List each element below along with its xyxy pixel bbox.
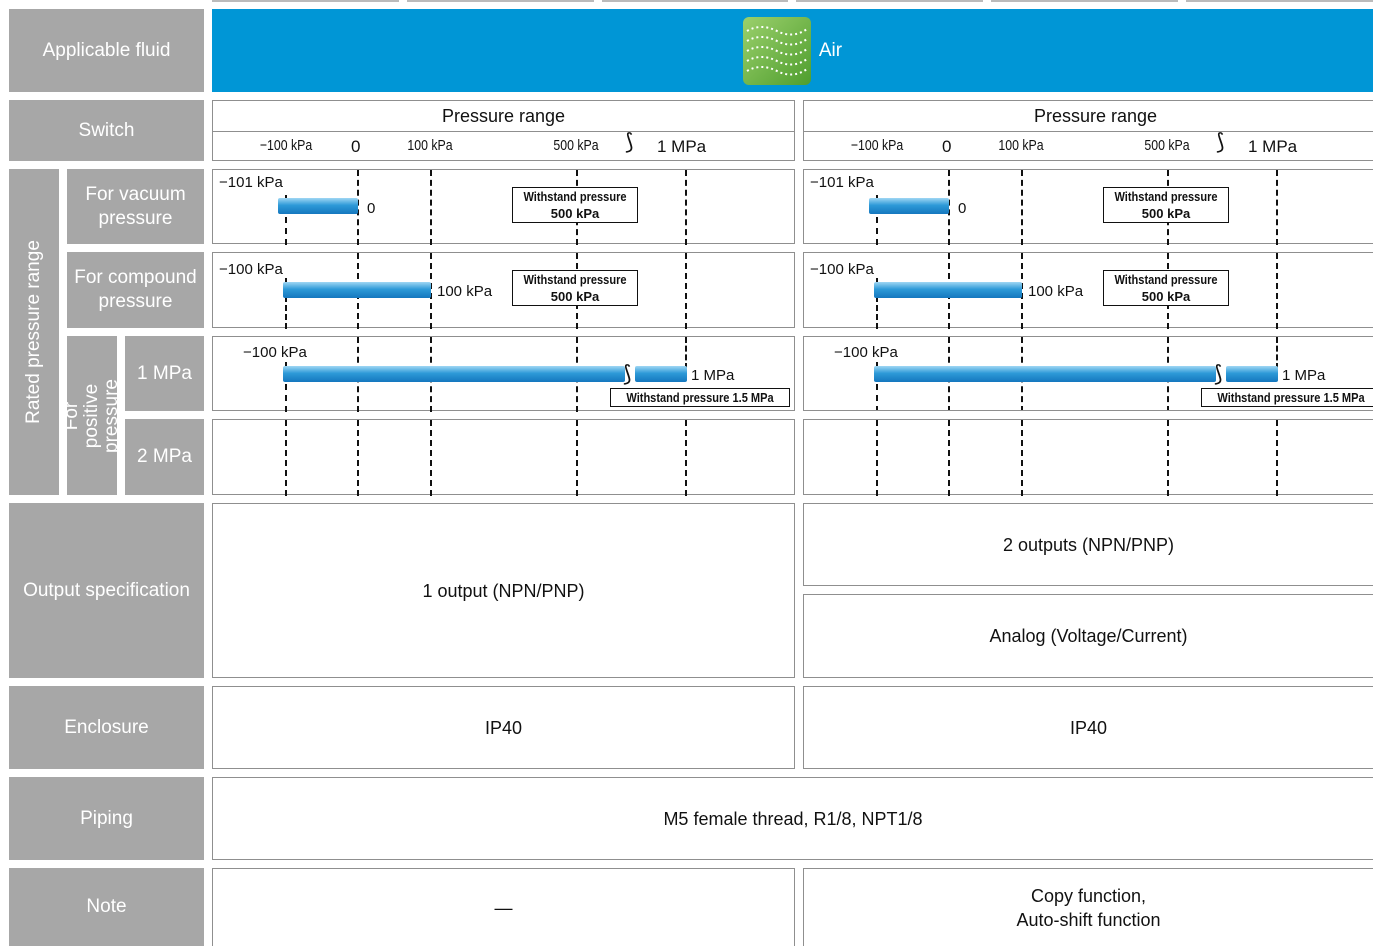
air-fluid-icon bbox=[742, 16, 811, 85]
fluid-air-text: Air bbox=[818, 39, 843, 61]
tick-minus-100: −100 kPa bbox=[850, 137, 904, 154]
withstand-pressure-box: Withstand pressure 500 kPa bbox=[1103, 270, 1229, 306]
range-end-label: 1 MPa bbox=[691, 367, 735, 384]
range-end-label: 0 bbox=[367, 200, 376, 217]
applicable-fluid-value: Air bbox=[212, 9, 1373, 92]
top-tab-strip bbox=[212, 0, 1373, 4]
output-specification-label: Output specification bbox=[9, 503, 204, 678]
tick-500: 500 kPa bbox=[553, 137, 599, 154]
range-end-label: 1 MPa bbox=[1282, 367, 1326, 384]
applicable-fluid-label: Applicable fluid bbox=[9, 9, 204, 92]
piping-label: Piping bbox=[9, 777, 204, 860]
enclosure-right: IP40 bbox=[803, 686, 1373, 769]
positive-range-bar-end bbox=[1226, 366, 1278, 382]
vacuum-range-bar bbox=[278, 198, 358, 214]
tick-minus-100: −100 kPa bbox=[259, 137, 313, 154]
range-start-label: −101 kPa bbox=[810, 174, 874, 191]
switch-label: Switch bbox=[9, 100, 204, 161]
vacuum-pressure-label: For vacuum pressure bbox=[67, 169, 204, 244]
enclosure-left: IP40 bbox=[212, 686, 795, 769]
range-start-label: −100 kPa bbox=[834, 344, 898, 361]
tick-1mpa: 1 MPa bbox=[1248, 137, 1298, 156]
note-left: — bbox=[212, 868, 795, 946]
bar-break-icon: ⟆ bbox=[1214, 361, 1223, 386]
tick-1mpa: 1 MPa bbox=[657, 137, 707, 156]
range-start-label: −100 kPa bbox=[810, 261, 874, 278]
vacuum-range-bar bbox=[869, 198, 949, 214]
tick-zero: 0 bbox=[942, 137, 952, 156]
positive-2mpa-range-left bbox=[212, 419, 795, 496]
range-start-label: −101 kPa bbox=[219, 174, 283, 191]
withstand-pressure-box: Withstand pressure 1.5 MPa bbox=[610, 388, 790, 407]
positive-2mpa-range-right bbox=[803, 419, 1373, 496]
vacuum-range-left: −101 kPa 0 Withstand pressure 500 kPa bbox=[212, 169, 795, 245]
tick-500: 500 kPa bbox=[1144, 137, 1190, 154]
withstand-pressure-box: Withstand pressure 500 kPa bbox=[512, 187, 638, 223]
positive-2mpa-label: 2 MPa bbox=[125, 419, 204, 495]
positive-pressure-label: For positive pressure bbox=[61, 336, 122, 495]
positive-1mpa-range-right: −100 kPa ⟆ 1 MPa Withstand pressure 1.5 … bbox=[803, 336, 1373, 411]
note-label: Note bbox=[9, 868, 204, 946]
axis-break-icon: ⟆ bbox=[1216, 129, 1225, 154]
range-end-label: 0 bbox=[958, 200, 967, 217]
positive-1mpa-label: 1 MPa bbox=[125, 336, 204, 411]
compound-range-bar bbox=[283, 282, 431, 298]
note-right: Copy function, Auto-shift function bbox=[803, 868, 1373, 946]
pressure-range-title: Pressure range bbox=[1033, 106, 1158, 126]
withstand-pressure-box: Withstand pressure 500 kPa bbox=[512, 270, 638, 306]
vacuum-range-right: −101 kPa 0 Withstand pressure 500 kPa bbox=[803, 169, 1373, 245]
pressure-range-title: Pressure range bbox=[441, 106, 566, 126]
positive-range-bar-end bbox=[635, 366, 687, 382]
withstand-pressure-box: Withstand pressure 500 kPa bbox=[1103, 187, 1229, 223]
enclosure-label: Enclosure bbox=[9, 686, 204, 769]
axis-break-icon: ⟆ bbox=[625, 129, 634, 154]
withstand-pressure-box: Withstand pressure 1.5 MPa bbox=[1201, 388, 1373, 407]
positive-range-bar bbox=[874, 366, 1216, 382]
note-right-line1: Copy function, bbox=[1030, 885, 1147, 906]
bar-break-icon: ⟆ bbox=[623, 361, 632, 386]
positive-1mpa-range-left: −100 kPa ⟆ 1 MPa Withstand pressure 1.5 … bbox=[212, 336, 795, 412]
pressure-range-header-right: Pressure range −100 kPa 0 100 kPa 500 kP… bbox=[803, 100, 1373, 161]
output-right-bottom: Analog (Voltage/Current) bbox=[803, 594, 1373, 678]
piping-value: M5 female thread, R1/8, NPT1/8 bbox=[212, 777, 1373, 860]
note-right-line2: Auto-shift function bbox=[1016, 909, 1161, 930]
tick-100: 100 kPa bbox=[998, 137, 1044, 154]
positive-range-bar bbox=[283, 366, 625, 382]
range-start-label: −100 kPa bbox=[219, 261, 283, 278]
compound-pressure-label: For compound pressure bbox=[67, 252, 204, 328]
compound-range-right: −100 kPa 100 kPa Withstand pressure 500 k… bbox=[803, 252, 1373, 329]
tick-zero: 0 bbox=[351, 137, 361, 156]
pressure-range-header-left: Pressure range −100 kPa 0 100 kPa 500 kP… bbox=[212, 100, 795, 161]
compound-range-left: −100 kPa 100 kPa Withstand pressure 500 k… bbox=[212, 252, 795, 329]
compound-range-bar bbox=[874, 282, 1022, 298]
tick-100: 100 kPa bbox=[407, 137, 453, 154]
output-right-top: 2 outputs (NPN/PNP) bbox=[803, 503, 1373, 586]
output-left: 1 output (NPN/PNP) bbox=[212, 503, 795, 678]
range-end-label: 100 kPa bbox=[1028, 283, 1084, 300]
range-start-label: −100 kPa bbox=[243, 344, 307, 361]
rated-pressure-range-label: Rated pressure range bbox=[9, 169, 59, 495]
range-end-label: 100 kPa bbox=[437, 283, 493, 300]
